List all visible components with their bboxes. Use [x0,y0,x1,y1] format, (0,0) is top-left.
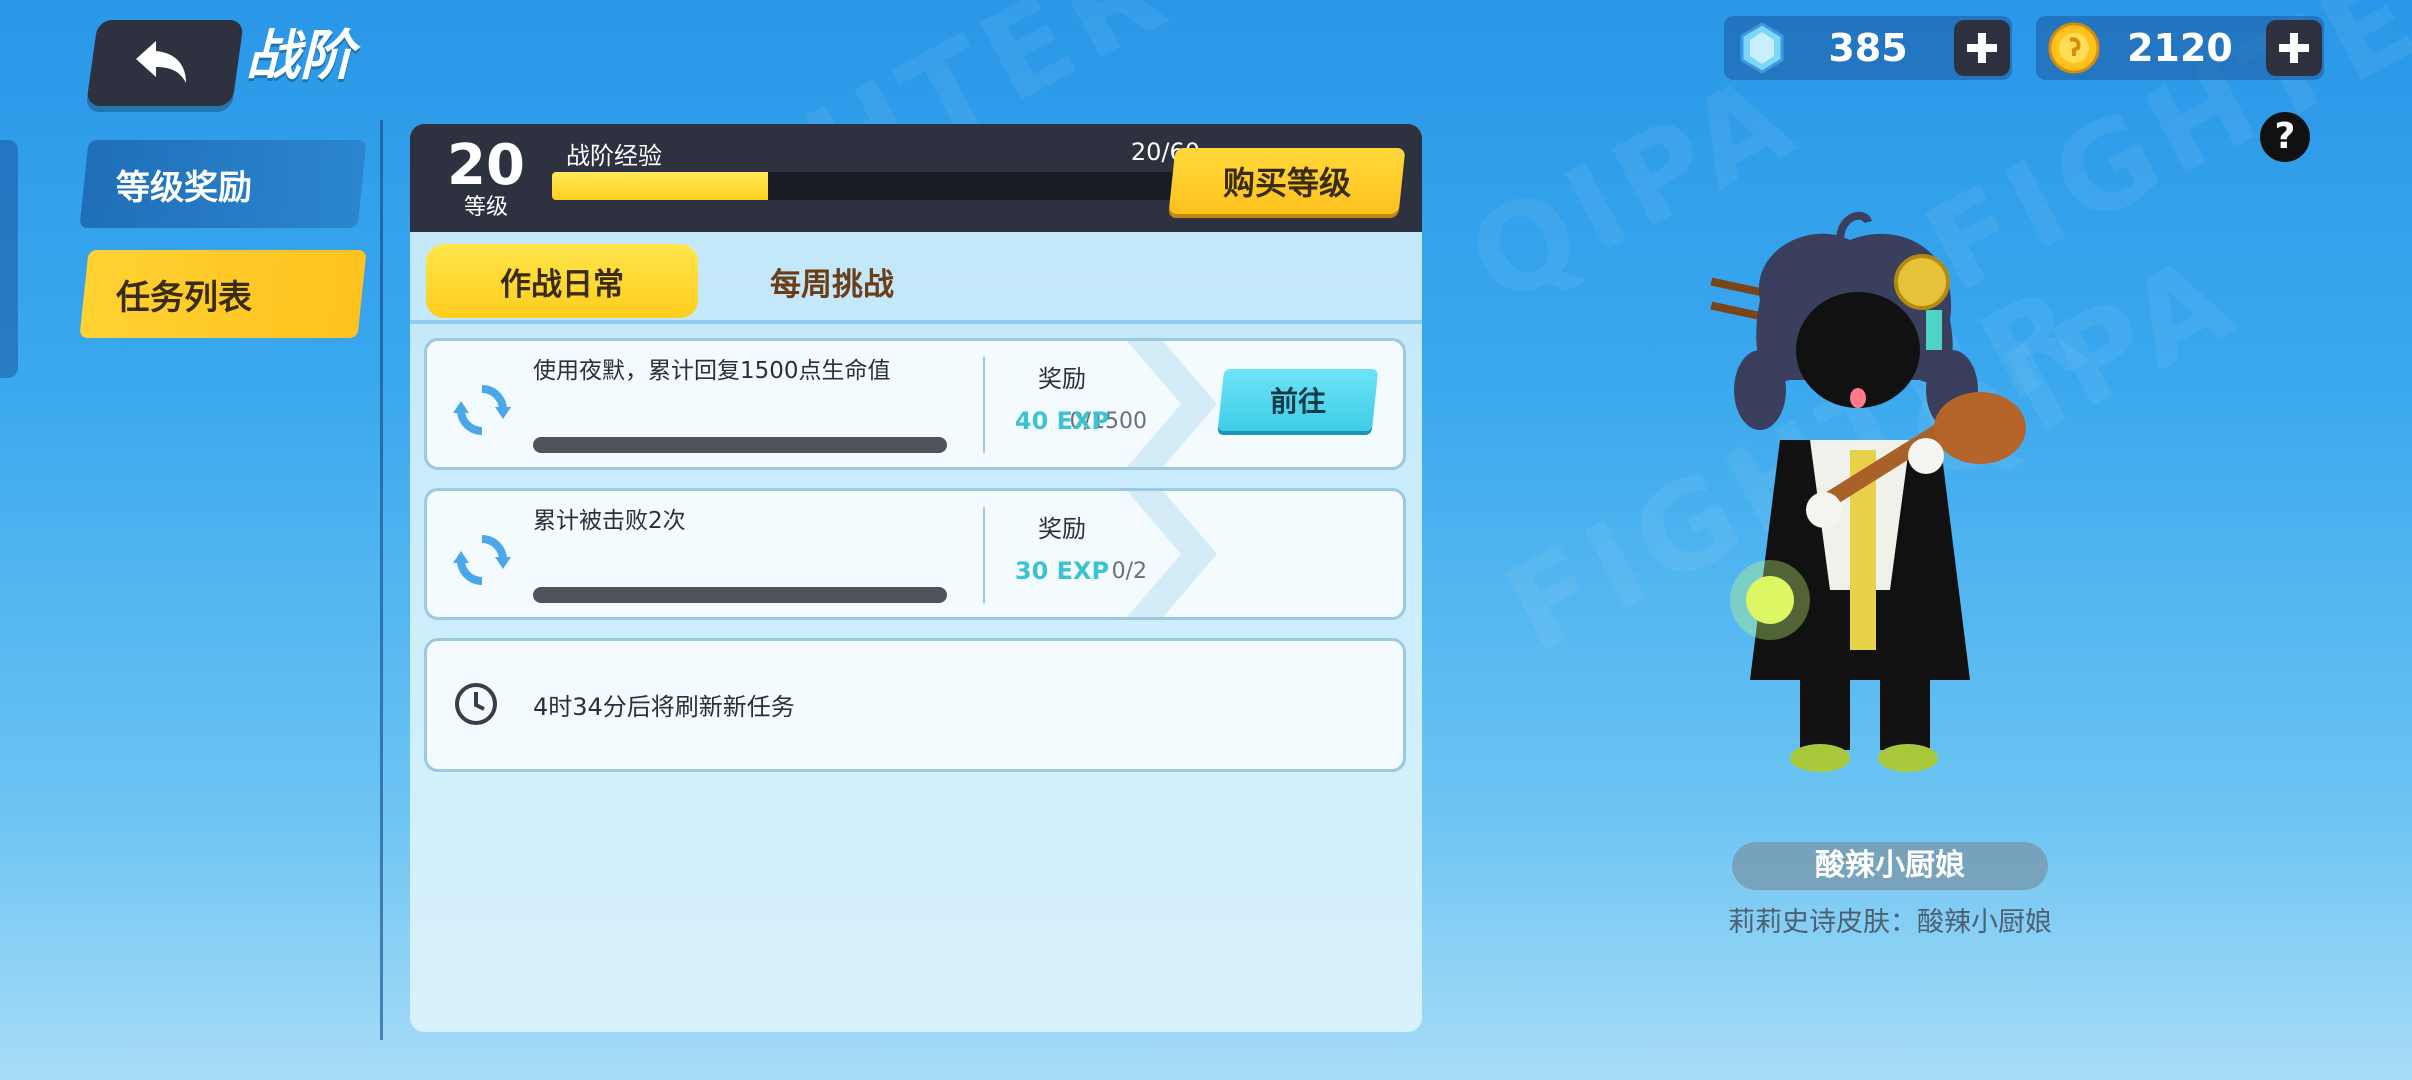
refresh-icon [453,385,511,435]
sidebar-item-label: 等级奖励 [116,167,252,208]
level-label: 等级 [463,195,508,220]
level-number: 20 [447,133,525,198]
reward-label: 奖励 [1038,365,1086,393]
add-coins-button[interactable] [2266,20,2322,76]
coin-count: 2120 [2127,26,2233,70]
nav-edge-tab [0,140,18,378]
sidebar-item-task-list[interactable]: 任务列表 [79,250,367,338]
chevron-right-icon [1127,341,1217,467]
clock-icon [455,683,497,725]
reward-value: 30 EXP [1014,557,1110,585]
reward-label: 奖励 [1038,515,1086,543]
exp-progress-fill [552,172,769,200]
back-button[interactable] [85,20,245,106]
task-progress-bar [533,587,947,603]
buy-level-label: 购买等级 [1222,164,1351,202]
gem-icon [1740,22,1784,74]
refresh-notice-text: 4时34分后将刷新新任务 [533,693,795,721]
task-item: 累计被击败2次 0/2 奖励 30 EXP [424,488,1406,620]
help-button[interactable]: ? [2260,112,2310,162]
task-panel: 20 等级 战阶经验 20/60 购买等级 作战日常 每周挑战 使用夜默，累计回… [410,124,1422,1032]
coin-icon [2048,22,2100,74]
gem-count: 385 [1828,26,1908,70]
tab-underline [410,320,1422,324]
plus-icon [1967,33,1997,63]
sidebar-item-label: 任务列表 [116,277,252,318]
divider [983,507,985,603]
character-model[interactable] [1690,210,2050,780]
skin-name-badge: 酸辣小厨娘 [1732,842,2048,890]
back-arrow-icon [136,41,186,83]
gem-counter: 385 [1724,16,2012,80]
reward-value: 40 EXP [1014,407,1110,435]
skin-description: 莉莉史诗皮肤：酸辣小厨娘 [1728,907,2052,938]
refresh-icon [453,535,511,585]
task-progress-bar [533,437,947,453]
plus-icon [2279,33,2309,63]
level-badge: 20 等级 [430,136,542,226]
coin-counter: 2120 [2036,16,2324,80]
go-button-label: 前往 [1269,385,1326,418]
sidebar-divider [380,120,383,1040]
task-description: 累计被击败2次 [533,508,686,534]
exp-progress-bar [552,172,1202,200]
task-item: 使用夜默，累计回复1500点生命值 0/1500 奖励 40 EXP 前往 [424,338,1406,470]
tab-weekly-challenge[interactable]: 每周挑战 [696,244,968,318]
task-description: 使用夜默，累计回复1500点生命值 [533,358,891,384]
sidebar-item-level-rewards[interactable]: 等级奖励 [79,140,367,228]
exp-label: 战阶经验 [566,142,662,170]
tab-daily-combat[interactable]: 作战日常 [426,244,698,318]
refresh-notice: 4时34分后将刷新新任务 [424,638,1406,772]
pass-header: 20 等级 战阶经验 20/60 购买等级 [410,124,1422,232]
go-button[interactable]: 前往 [1217,369,1379,431]
buy-level-button[interactable]: 购买等级 [1168,148,1406,214]
divider [983,357,985,453]
page-title: 战阶 [246,24,354,87]
add-gems-button[interactable] [1954,20,2010,76]
chevron-right-icon [1127,491,1217,617]
